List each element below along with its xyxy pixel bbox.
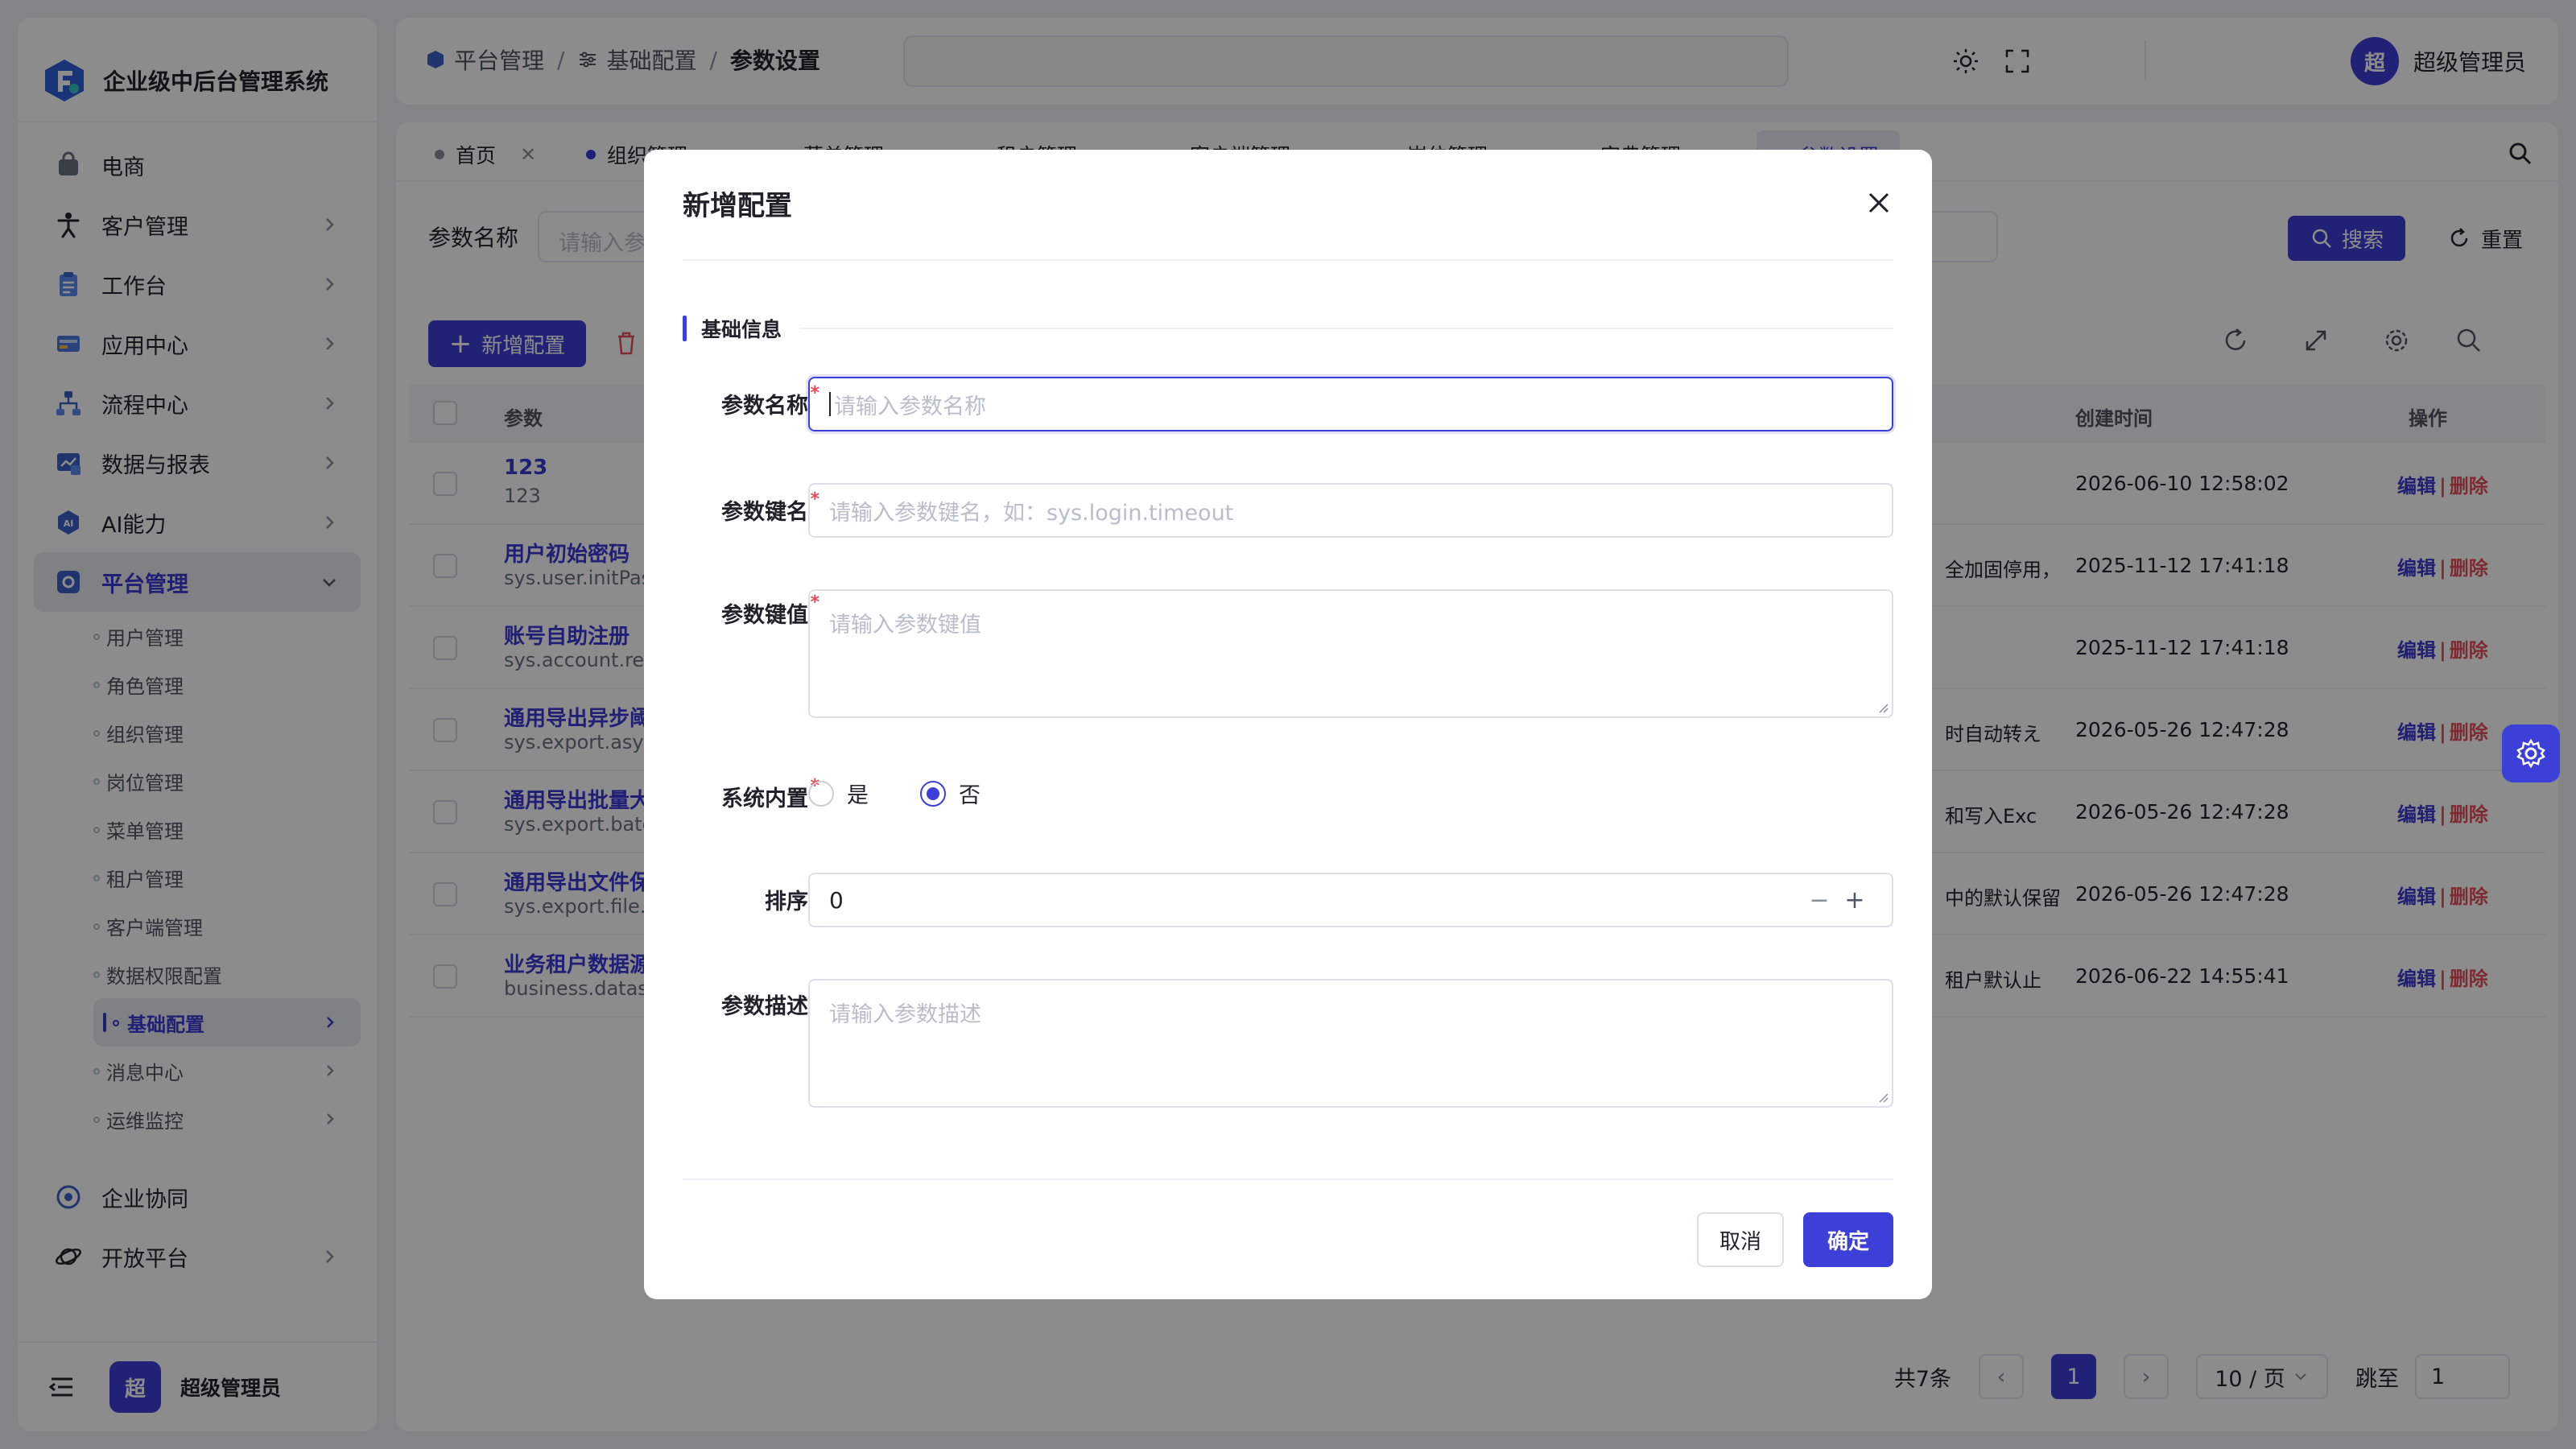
close-icon[interactable]: [1864, 188, 1893, 217]
plus-icon[interactable]: +: [1837, 882, 1872, 918]
section-title: 基础信息: [701, 318, 782, 341]
field-label: 参数描述: [721, 994, 808, 1019]
resize-handle-icon[interactable]: [1877, 702, 1889, 713]
builtin-radio-group: 是 否: [808, 778, 1032, 809]
cancel-button[interactable]: 取消: [1697, 1212, 1784, 1267]
divider: [683, 1179, 1893, 1180]
param-name-input[interactable]: 请输入参数名称: [808, 377, 1893, 431]
add-config-dialog: 新增配置 基础信息 参数名称 * 请输入参数名称 参数键名 * 请输入参数键名，如：…: [644, 150, 1932, 1299]
param-desc-textarea[interactable]: 请输入参数描述: [808, 979, 1893, 1108]
param-key-input[interactable]: 请输入参数键名，如：sys.login.timeout: [808, 483, 1893, 538]
sort-value[interactable]: 0: [829, 887, 1802, 914]
field-label: 参数名称 *: [721, 383, 819, 419]
param-value-textarea[interactable]: 请输入参数键值: [808, 589, 1893, 718]
builtin-yes-radio[interactable]: 是: [808, 778, 869, 809]
section-header: 基础信息: [683, 316, 1893, 341]
gear-icon: [2516, 738, 2545, 769]
field-label: 参数键值 *: [721, 592, 819, 628]
divider: [683, 259, 1893, 261]
sort-stepper[interactable]: 0 − +: [808, 873, 1893, 927]
field-label: 系统内置 *: [721, 776, 819, 811]
resize-handle-icon[interactable]: [1877, 1092, 1889, 1103]
field-label: 排序: [765, 890, 808, 914]
builtin-no-radio[interactable]: 否: [920, 778, 980, 809]
field-label: 参数键名 *: [721, 489, 819, 525]
confirm-button[interactable]: 确定: [1803, 1212, 1893, 1267]
dialog-title: 新增配置: [683, 190, 792, 222]
minus-icon[interactable]: −: [1802, 882, 1837, 918]
settings-float-button[interactable]: [2502, 724, 2560, 782]
